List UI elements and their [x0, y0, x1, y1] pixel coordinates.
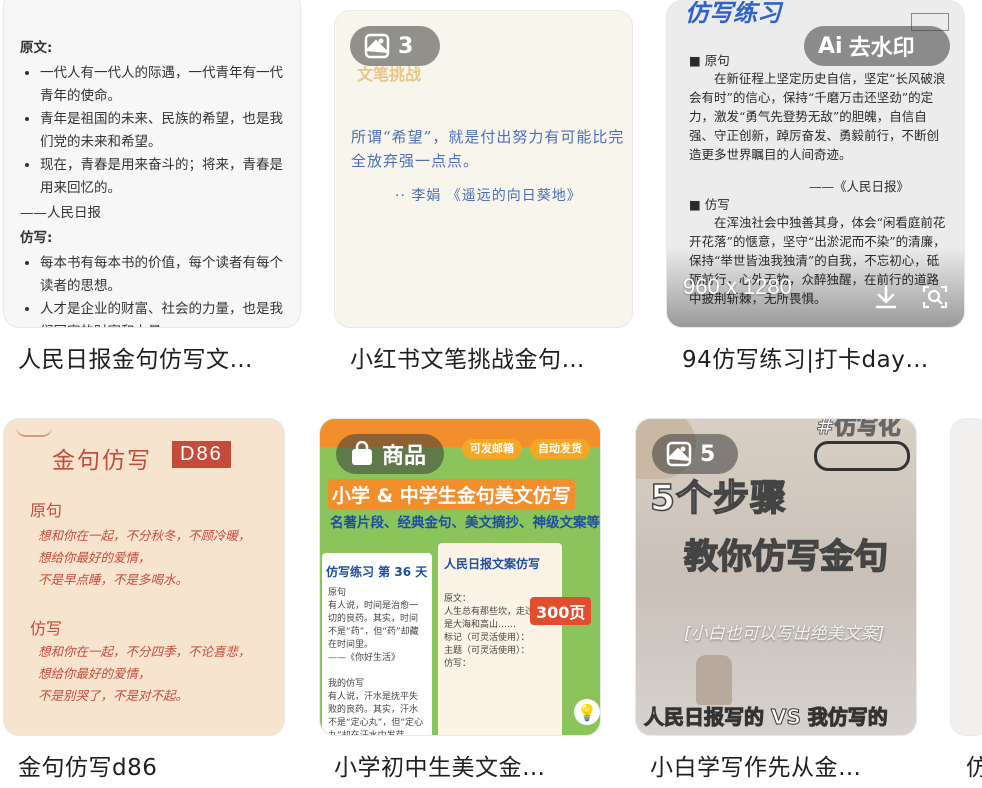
- list-item: 一代人有一代人的际遇，一代青年有一代青年的使命。: [40, 62, 284, 108]
- card-thumbnail[interactable]: 金句仿写 D86 原句 想和你在一起，不分秋冬，不顾冷暖， 想给你最好的爱情， …: [3, 418, 285, 736]
- vase-photo: [696, 655, 732, 705]
- page-count-badge: 300页: [530, 597, 592, 625]
- subtitle: [小白也可以写出绝美文案]: [684, 624, 885, 644]
- text-line: 不是早点睡，不是多喝水。: [38, 572, 189, 587]
- text-line: 不是别哭了，不是对不起。: [38, 688, 189, 703]
- text-line: 想和你在一起，不分四季，不论喜悲，: [38, 644, 251, 659]
- page-title: 仿写练习 第 36 天: [326, 565, 428, 579]
- paragraph: 在新征程上坚定历史自信，坚定“长风破浪会有时”的信心，保持“千磨万击还坚劲”的定…: [689, 71, 946, 161]
- quote-text: 所谓“希望”，就是付出努力有可能比完全放弃强一点点。: [351, 128, 625, 170]
- subheadline: 名著片段、经典金句、美文摘抄、神级文案等: [330, 515, 600, 531]
- card-title[interactable]: 金句仿写d86: [18, 748, 278, 782]
- gallery-icon: [364, 33, 398, 59]
- section-heading: ■ 原句: [689, 53, 730, 68]
- image-count-badge: 3: [350, 26, 440, 66]
- product-label: 商品: [382, 444, 427, 469]
- headline-2: 教你仿写金句: [683, 536, 889, 578]
- preview-page-left: 仿写练习 第 36 天 原句 有人说，时间是治愈一切的良药。其实，时间不是“药”…: [322, 553, 432, 736]
- shopping-bag-icon: [350, 441, 382, 467]
- day-tag: D86: [172, 441, 231, 468]
- card-thumbnail[interactable]: [950, 418, 982, 736]
- imitation-list: 每本书有每本书的价值，每个读者有每个读者的思想。 人才是企业的财富、社会的力量，…: [20, 252, 284, 327]
- image-dimensions: 960 x 1280: [683, 274, 792, 299]
- image-count: 5: [700, 441, 716, 467]
- text-line: 想给你最好的爱情，: [38, 666, 151, 681]
- card-title[interactable]: 94仿写练习|打卡day…: [682, 340, 952, 374]
- headline: 5个步骤: [649, 477, 788, 520]
- card-title[interactable]: 小学初中生美文金…: [334, 748, 594, 782]
- list-item: 青年是祖国的未来、民族的希望，也是我们党的未来和希望。: [40, 108, 284, 154]
- image-count: 3: [398, 33, 414, 59]
- card-title[interactable]: 小红书文笔挑战金句…: [350, 340, 620, 374]
- text-line: 想给你最好的爱情，: [38, 550, 151, 565]
- preview-page-right: 人民日报文案仿写 原文： 人生总有那些坎，走过去就是大海和高山…… 标记（可灵活…: [438, 543, 562, 735]
- headline: 小学 & 中学生金句美文仿写: [328, 479, 575, 510]
- hashtag-title: #仿写化: [815, 418, 901, 441]
- source-line: ——《人民日报》: [809, 179, 910, 194]
- product-badge: 商品: [336, 434, 444, 474]
- page-text: 原句 有人说，时间是治愈一切的良药。其实，时间不是“药”，但“药”却藏在时间里。…: [328, 588, 423, 736]
- section-heading: 仿写: [30, 619, 63, 638]
- quote-author: ·· 李娟 《遥远的向日葵地》: [395, 188, 582, 204]
- doc-title: 金句仿写: [52, 448, 152, 474]
- card-title[interactable]: 人民日报金句仿写文…: [18, 340, 288, 374]
- card-title[interactable]: 小白学写作先从金…: [650, 748, 910, 782]
- section-heading: 仿写:: [20, 230, 53, 246]
- download-icon[interactable]: [873, 283, 899, 316]
- feature-chip: 自动发货: [530, 439, 590, 459]
- feature-chip: 可发邮箱: [462, 439, 522, 459]
- gallery-icon: [666, 441, 700, 467]
- section-heading: 原句: [30, 501, 63, 520]
- doc-title: 仿写练习: [685, 0, 781, 27]
- bottom-caption: 人民日报写的 VS 我仿写的: [644, 705, 889, 730]
- lightbulb-icon: 💡: [574, 699, 600, 725]
- image-search-icon[interactable]: [921, 283, 949, 316]
- card-thumbnail[interactable]: 原文: 一代人有一代人的际遇，一代青年有一代青年的使命。 青年是祖国的未来、民族…: [3, 0, 301, 328]
- source-line: ——人民日报: [20, 205, 101, 221]
- original-list: 一代人有一代人的际遇，一代青年有一代青年的使命。 青年是祖国的未来、民族的希望，…: [20, 62, 284, 200]
- section-heading: ■ 仿写: [689, 197, 730, 212]
- list-item: 每本书有每本书的价值，每个读者有每个读者的思想。: [40, 252, 284, 298]
- text-line: 想和你在一起，不分秋冬，不顾冷暖，: [38, 528, 251, 543]
- decorative-swirl: [16, 425, 52, 437]
- list-item: 现在，青春是用来奋斗的；将来，青春是用来回忆的。: [40, 154, 284, 200]
- page-title: 人民日报文案仿写: [444, 557, 541, 571]
- remove-watermark-label: 去水印: [848, 36, 915, 61]
- remove-watermark-button[interactable]: Ai 去水印: [804, 26, 950, 66]
- list-item: 人才是企业的财富、社会的力量，也是我们国家的财富和力量。: [40, 298, 284, 327]
- section-heading: 原文:: [20, 40, 53, 56]
- image-count-badge: 5: [652, 434, 738, 474]
- card-title[interactable]: 仿: [966, 748, 982, 782]
- glasses-photo: [814, 441, 910, 471]
- ai-icon: Ai: [818, 33, 843, 59]
